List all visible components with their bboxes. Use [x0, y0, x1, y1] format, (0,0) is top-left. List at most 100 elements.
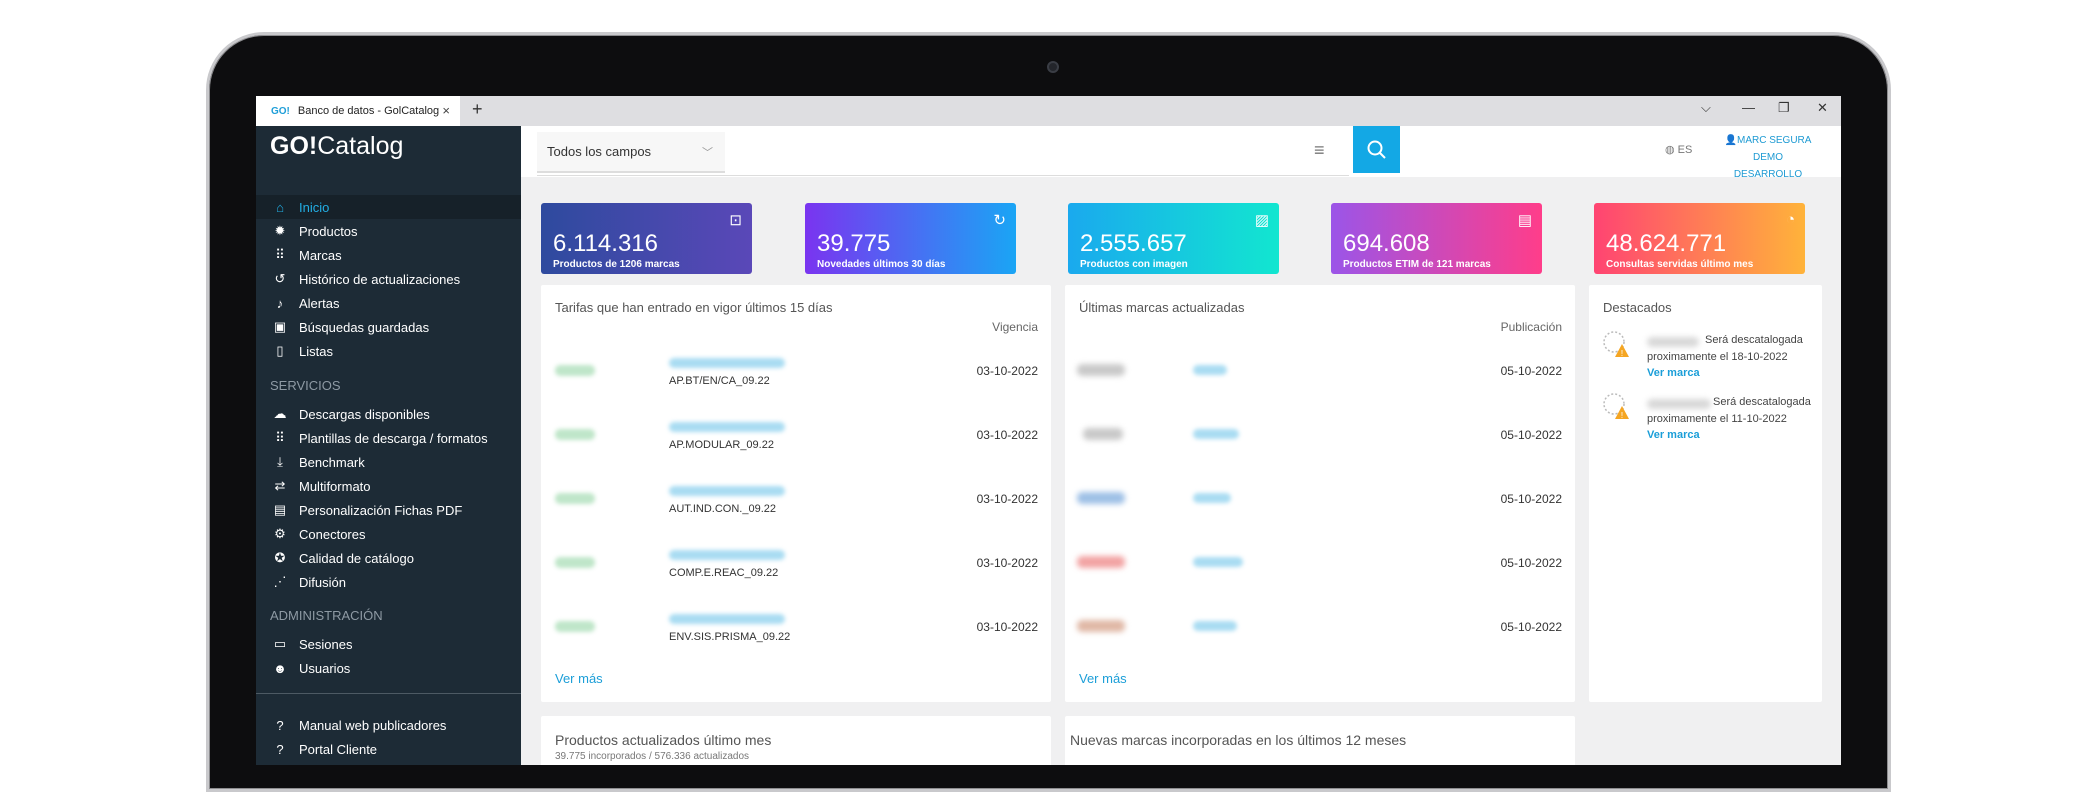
svg-text:!: !	[1621, 349, 1623, 358]
sidebar-item-descargas[interactable]: ☁ Descargas disponibles	[256, 402, 521, 426]
tariffs-more-link[interactable]: Ver más	[555, 671, 603, 686]
sidebar-item-marcas[interactable]: ⠿ Marcas	[256, 243, 521, 267]
stat-card-novedades[interactable]: ↻ 39.775 Novedades últimos 30 días	[805, 203, 1016, 274]
brand-logo-blurred	[555, 557, 595, 568]
brand-logo-blurred	[1077, 556, 1125, 568]
sidebar-item-label: Portal Cliente	[299, 741, 378, 757]
tariffs-panel: Tarifas que han entrado en vigor últimos…	[541, 285, 1051, 702]
screen: GO! Banco de datos - GolCatalog × + ⌵ — …	[256, 96, 1841, 765]
brand-name-blurred[interactable]	[1193, 621, 1237, 631]
brands-more-link[interactable]: Ver más	[1079, 671, 1127, 686]
download-icon: ⤓	[277, 454, 283, 469]
brand-name-blurred	[1647, 399, 1711, 409]
sidebar-item-alertas[interactable]: ♪ Alertas	[256, 291, 521, 315]
user-menu[interactable]: 👤MARC SEGURA DEMO DESARROLLO	[1718, 132, 1818, 183]
browser-tab[interactable]: GO! Banco de datos - GolCatalog ×	[256, 96, 460, 126]
stat-label: Productos con imagen	[1080, 259, 1188, 270]
sidebar-item-portal[interactable]: ? Portal Cliente	[256, 737, 521, 761]
sidebar-item-multiformato[interactable]: ⇄ Multiformato	[256, 474, 521, 498]
sidebar-item-difusion[interactable]: ⋰ Difusión	[256, 570, 521, 594]
tariff-name-blurred[interactable]	[669, 486, 785, 496]
field-select[interactable]: Todos los campos ﹀	[537, 132, 725, 173]
sidebar-item-benchmark[interactable]: ⤓ Benchmark	[256, 450, 521, 474]
history-icon: ↺	[274, 271, 286, 286]
grid-icon: ⠿	[275, 247, 285, 262]
stat-card-consultas[interactable]: ◔ 48.624.771 Consultas servidas último m…	[1594, 203, 1805, 274]
brand-name-blurred[interactable]	[1193, 557, 1243, 567]
close-window-icon[interactable]: ✕	[1817, 100, 1828, 116]
sidebar-item-busquedas[interactable]: ▣ Búsquedas guardadas	[256, 315, 521, 339]
panel-title: Nuevas marcas incorporadas en los último…	[1070, 732, 1407, 748]
sidebar-item-label: Descargas disponibles	[299, 406, 430, 422]
panel-title: Tarifas que han entrado en vigor últimos…	[555, 300, 833, 315]
sidebar-item-label: Multiformato	[299, 478, 371, 494]
tariff-date: 03-10-2022	[976, 492, 1038, 506]
sidebar-item-plantillas[interactable]: ⠿ Plantillas de descarga / formatos	[256, 426, 521, 450]
filter-icon[interactable]: ≡	[1314, 140, 1325, 161]
featured-status: Será descatalogada	[1705, 334, 1803, 346]
tariff-name-blurred[interactable]	[669, 614, 785, 624]
brand-name-blurred[interactable]	[1193, 365, 1227, 375]
search-button[interactable]	[1353, 126, 1400, 173]
sidebar-item-label: Sesiones	[299, 636, 353, 652]
section-title-administracion: ADMINISTRACIÓN	[270, 608, 383, 623]
brand-name-blurred[interactable]	[1193, 429, 1239, 439]
sidebar-item-conectores[interactable]: ⚙ Conectores	[256, 522, 521, 546]
brand-logo-blurred	[1083, 428, 1123, 440]
sidebar-item-calidad[interactable]: ✪ Calidad de catálogo	[256, 546, 521, 570]
new-tab-button[interactable]: +	[472, 99, 483, 120]
tariff-name-blurred[interactable]	[669, 422, 785, 432]
globe-icon: ◍	[1665, 144, 1678, 156]
maximize-icon[interactable]: ❐	[1778, 100, 1790, 116]
featured-detail: proximamente el 18-10-2022	[1647, 351, 1788, 363]
connector-icon: ⚙	[274, 526, 286, 541]
featured-status: Será descatalogada	[1713, 396, 1811, 408]
sidebar: GO!Catalog ⌂ Inicio ✹ Productos ⠿ Marcas ↺ H…	[256, 126, 521, 765]
sidebar-item-label: Inicio	[299, 199, 330, 215]
rss-icon: ⋰	[273, 574, 287, 589]
sidebar-item-productos[interactable]: ✹ Productos	[256, 219, 521, 243]
tab-close-icon[interactable]: ×	[442, 103, 450, 118]
tariff-name-blurred[interactable]	[669, 358, 785, 368]
tariff-date: 03-10-2022	[976, 364, 1038, 378]
sidebar-item-usuarios[interactable]: ☻ Usuarios	[256, 656, 521, 680]
sessions-icon: ▭	[273, 636, 287, 651]
brand-name-blurred[interactable]	[1193, 493, 1231, 503]
sidebar-item-historico[interactable]: ↺ Histórico de actualizaciones	[256, 267, 521, 291]
refresh-icon: ↻	[993, 212, 1006, 229]
stat-card-productos[interactable]: ⊡ 6.114.316 Productos de 1206 marcas	[541, 203, 752, 274]
brand-logo-blurred	[555, 621, 595, 632]
tariff-name-blurred[interactable]	[669, 550, 785, 560]
column-header-vigencia: Vigencia	[992, 320, 1038, 334]
app-logo[interactable]: GO!Catalog	[270, 132, 403, 161]
camera-icon	[1047, 61, 1059, 73]
grid-icon: ⠿	[275, 430, 285, 445]
stat-card-imagen[interactable]: ▨ 2.555.657 Productos con imagen	[1068, 203, 1279, 274]
minimize-icon[interactable]: —	[1742, 100, 1755, 115]
stat-label: Consultas servidas último mes	[1606, 259, 1754, 270]
stat-card-etim[interactable]: ▤ 694.608 Productos ETIM de 121 marcas	[1331, 203, 1542, 274]
tab-list-icon[interactable]: ⌵	[1701, 100, 1711, 116]
home-icon: ⌂	[276, 199, 284, 215]
search-icon	[1367, 140, 1386, 159]
sidebar-item-manual[interactable]: ? Manual web publicadores	[256, 713, 521, 737]
sidebar-item-label: Búsquedas guardadas	[299, 319, 430, 335]
help-icon: ?	[276, 741, 284, 757]
users-icon: ☻	[273, 660, 287, 676]
logo-text: Catalog	[317, 132, 404, 160]
sidebar-item-sesiones[interactable]: ▭ Sesiones	[256, 632, 521, 656]
transform-icon: ⇄	[274, 478, 286, 493]
sidebar-item-personalizacion[interactable]: ▤ Personalización Fichas PDF	[256, 498, 521, 522]
sidebar-item-listas[interactable]: ▯ Listas	[256, 339, 521, 363]
tariff-code: AP.MODULAR_09.22	[669, 439, 774, 451]
pdf-icon: ▤	[273, 502, 287, 517]
search-input[interactable]	[537, 175, 1349, 176]
user-name: MARC SEGURA	[1737, 135, 1812, 146]
featured-link[interactable]: Ver marca	[1647, 367, 1700, 379]
image-icon: ▨	[1254, 212, 1269, 229]
featured-link[interactable]: Ver marca	[1647, 429, 1700, 441]
language-selector[interactable]: ◍ ES	[1665, 143, 1692, 156]
sidebar-item-inicio[interactable]: ⌂ Inicio	[256, 195, 521, 219]
top-bar: Todos los campos ﹀ ≡ ◍ ES 👤MARC SEGURA D…	[521, 126, 1841, 180]
featured-panel: Destacados ! Será descatalogada proximam…	[1589, 285, 1822, 702]
